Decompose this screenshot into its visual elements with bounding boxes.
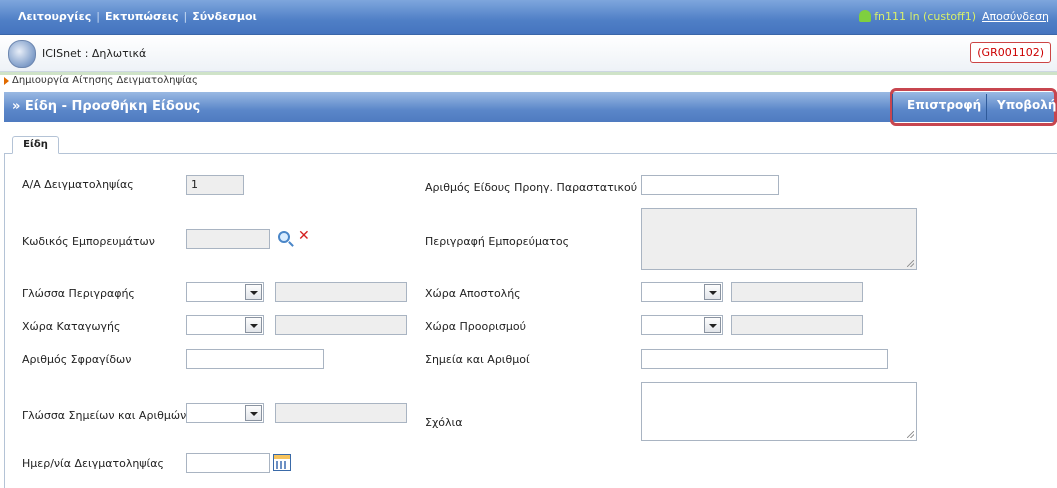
sample-seq-field[interactable]: 1 [186, 175, 244, 195]
menu-item-functions[interactable]: Λειτουργίες [18, 10, 91, 23]
goods-code-field[interactable] [186, 229, 270, 249]
submit-button[interactable]: Υποβολή [997, 98, 1056, 112]
desc-lang-label: Γλώσσα Περιγραφής [22, 287, 135, 300]
chevron-down-icon[interactable] [704, 317, 721, 333]
chevron-down-icon[interactable] [245, 405, 262, 421]
section-title: » Είδη - Προσθήκη Είδους [12, 99, 201, 114]
chevron-down-icon[interactable] [245, 284, 262, 300]
dispatch-country-text [731, 282, 863, 302]
sample-seq-label: Α/Α Δειγματοληψίας [22, 178, 134, 191]
resize-grip-icon[interactable] [907, 260, 914, 267]
dispatch-country-label: Χώρα Αποστολής [425, 287, 521, 300]
menu-separator: | [96, 10, 100, 23]
menu-separator: | [183, 10, 188, 23]
app-title: ICISnet : Δηλωτικά [42, 47, 147, 60]
dest-country-select[interactable] [641, 315, 723, 335]
goods-code-label: Κωδικός Εμπορευμάτων [22, 235, 155, 248]
search-icon[interactable] [278, 231, 290, 243]
dest-country-text [731, 315, 863, 335]
desc-lang-text [275, 282, 407, 302]
origin-country-label: Χώρα Καταγωγής [22, 320, 121, 333]
logout-link[interactable]: Αποσύνδεση [982, 10, 1049, 23]
resize-grip-icon[interactable] [907, 431, 914, 438]
desc-lang-select[interactable] [186, 282, 264, 302]
menu-item-links[interactable]: Σύνδεσμοι [192, 10, 257, 23]
dest-country-label: Χώρα Προορισμού [425, 320, 526, 333]
back-button[interactable]: Επιστροφή [907, 98, 981, 112]
origin-country-select[interactable] [186, 315, 264, 335]
comments-label: Σχόλια [425, 416, 463, 429]
marks-lang-text [275, 403, 407, 423]
app-header: ICISnet : Δηλωτικά (GR001102) [0, 35, 1057, 72]
marks-numbers-label: Σημεία και Αριθμοί [425, 353, 530, 366]
prev-doc-item-field[interactable] [641, 175, 779, 195]
menu-item-prints[interactable]: Εκτυπώσεις [105, 10, 179, 23]
chevron-down-icon[interactable] [245, 317, 262, 333]
seals-count-label: Αριθμός Σφραγίδων [22, 353, 132, 366]
comments-textarea[interactable] [641, 382, 917, 441]
breadcrumb: Δημιουργία Αίτησης Δειγματοληψίας [0, 72, 1057, 89]
top-menu-bar: Λειτουργίες | Εκτυπώσεις | Σύνδεσμοι fn111 l… [0, 0, 1057, 35]
sample-date-field[interactable] [186, 453, 270, 473]
goods-desc-label: Περιγραφή Εμπορεύματος [425, 235, 570, 248]
user-icon [859, 10, 872, 22]
action-separator [892, 94, 893, 120]
user-name: fn111 ln (custoff1) [874, 10, 977, 23]
calendar-icon[interactable] [273, 454, 291, 471]
breadcrumb-arrow-icon [4, 77, 9, 85]
office-code-badge: (GR001102) [970, 42, 1051, 63]
tab-items[interactable]: Είδη [12, 136, 59, 154]
seals-count-field[interactable] [186, 349, 324, 369]
user-area: fn111 ln (custoff1) Αποσύνδεση [859, 10, 1049, 23]
prev-doc-item-label: Αριθμός Είδους Προηγ. Παραστατικού [425, 181, 638, 194]
sample-date-label: Ημερ/νία Δειγματοληψίας [22, 457, 164, 470]
dispatch-country-select[interactable] [641, 282, 723, 302]
breadcrumb-item[interactable]: Δημιουργία Αίτησης Δειγματοληψίας [12, 75, 198, 86]
chevron-down-icon[interactable] [704, 284, 721, 300]
marks-numbers-field[interactable] [641, 349, 888, 369]
action-separator [986, 94, 987, 120]
origin-country-text [275, 315, 407, 335]
main-menu: Λειτουργίες | Εκτυπώσεις | Σύνδεσμοι [18, 10, 257, 23]
clear-icon[interactable]: ✕ [298, 228, 310, 244]
app-logo-icon [8, 40, 36, 68]
goods-desc-textarea[interactable] [641, 208, 917, 270]
marks-lang-label: Γλώσσα Σημείων και Αριθμών [22, 409, 187, 422]
marks-lang-select[interactable] [186, 403, 264, 423]
